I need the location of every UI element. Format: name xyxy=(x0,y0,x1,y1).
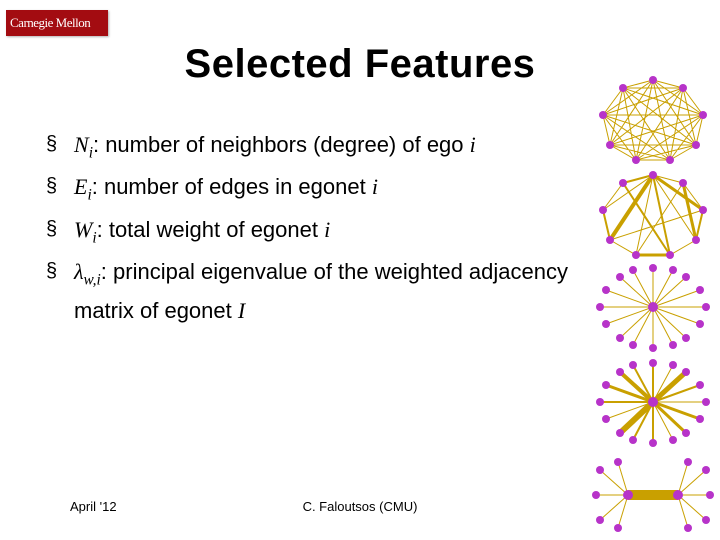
list-item: § Ni: number of neighbors (degree) of eg… xyxy=(46,128,586,168)
bullet-text: Ei: number of edges in egonet i xyxy=(74,170,378,210)
graph-weighted-clique-icon xyxy=(588,165,718,260)
bullet-text: Ni: number of neighbors (degree) of ego … xyxy=(74,128,476,168)
bullet-text: Wi: total weight of egonet i xyxy=(74,213,330,253)
graph-weighted-star-icon xyxy=(588,355,718,450)
university-logo: Carnegie Mellon xyxy=(6,10,108,36)
bullet-list: § Ni: number of neighbors (degree) of eg… xyxy=(46,128,586,328)
graph-star-icon xyxy=(588,260,718,355)
graph-column xyxy=(588,70,718,540)
bullet-text: λw,i: principal eigenvalue of the weight… xyxy=(74,255,586,325)
list-item: § λw,i: principal eigenvalue of the weig… xyxy=(46,255,586,325)
graph-clique-icon xyxy=(588,70,718,165)
list-item: § Ei: number of edges in egonet i xyxy=(46,170,586,210)
list-item: § Wi: total weight of egonet i xyxy=(46,213,586,253)
bullet-icon: § xyxy=(46,170,74,202)
bullet-icon: § xyxy=(46,213,74,245)
bullet-icon: § xyxy=(46,255,74,287)
graph-heavy-edge-icon xyxy=(588,450,718,540)
bullet-icon: § xyxy=(46,128,74,160)
